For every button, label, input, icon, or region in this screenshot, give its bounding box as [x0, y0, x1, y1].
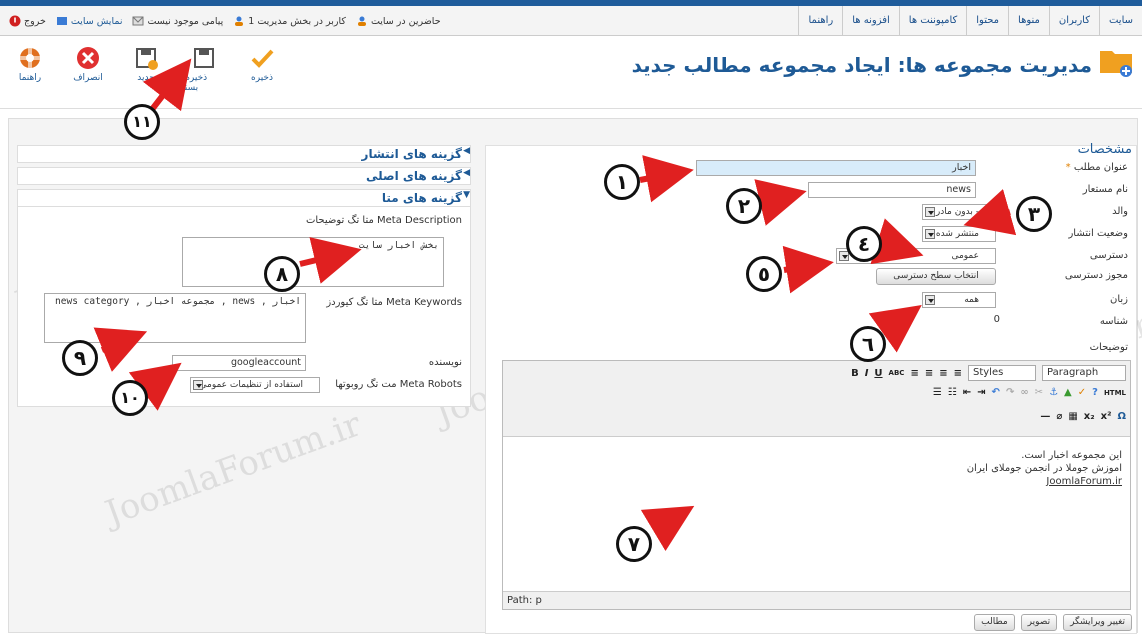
arrow-11	[142, 58, 192, 114]
annotation-11: ١١	[124, 104, 160, 140]
annotation-arrows	[93, 58, 1017, 552]
arrow-6	[868, 305, 922, 353]
arrow-8	[299, 237, 362, 284]
annotation-3: ٣	[1016, 196, 1052, 232]
arrow-2	[754, 179, 807, 226]
annotation-2: ٢	[726, 188, 762, 224]
arrow-10	[128, 362, 182, 411]
arrow-4	[870, 218, 924, 265]
arrow-9	[93, 327, 148, 372]
annotation-6: ٦	[850, 326, 886, 362]
arrow-7	[640, 505, 695, 552]
annotation-9: ٩	[62, 340, 98, 376]
annotation-1: ١	[604, 164, 640, 200]
arrow-5	[782, 245, 834, 294]
annotation-8: ٨	[264, 256, 300, 292]
annotation-5: ٥	[746, 256, 782, 292]
annotation-4: ٤	[846, 226, 882, 262]
annotation-7: ٧	[616, 526, 652, 562]
arrow-3	[963, 189, 1017, 236]
annotation-10: ١٠	[112, 380, 148, 416]
arrow-1	[639, 155, 694, 203]
